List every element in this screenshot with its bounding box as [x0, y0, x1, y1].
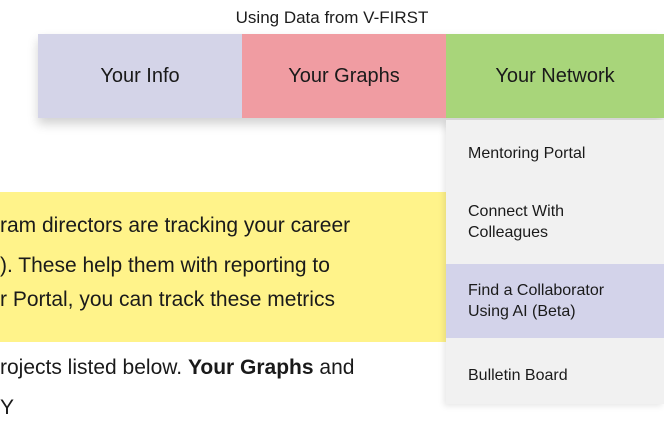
page-title: Using Data from V-FIRST: [235, 8, 429, 27]
body-text-line: ram directors are tracking your career: [0, 214, 351, 237]
menu-item-connect-with-colleagues[interactable]: Connect With Colleagues: [446, 184, 664, 260]
menu-item-label: Connect With Colleagues: [468, 203, 565, 241]
body-text-segment: rojects listed below.: [0, 356, 188, 379]
menu-item-label: Bulletin Board: [468, 366, 568, 384]
main-nav: Your Info Your Graphs Your Network: [38, 34, 664, 118]
your-graphs-emphasis: Your Graphs: [187, 356, 314, 379]
menu-item-mentoring-portal[interactable]: Mentoring Portal: [446, 126, 664, 180]
your-network-dropdown: Mentoring Portal Connect With Colleagues…: [446, 120, 664, 404]
tab-your-info[interactable]: Your Info: [38, 34, 242, 118]
tab-your-graphs[interactable]: Your Graphs: [242, 34, 446, 118]
menu-item-bulletin-board[interactable]: Bulletin Board: [446, 344, 664, 406]
body-text-line: Y: [0, 396, 15, 419]
menu-item-label: Find a Collaborator Using AI (Beta): [468, 282, 605, 320]
menu-item-find-collaborator-ai[interactable]: Find a Collaborator Using AI (Beta): [446, 264, 664, 338]
body-text-line: r Portal, you can track these metrics: [0, 288, 335, 311]
tab-your-network[interactable]: Your Network: [446, 34, 664, 118]
body-text-line: rojects listed below. Your Graphs and: [0, 355, 446, 381]
menu-item-label: Mentoring Portal: [468, 144, 586, 162]
body-text-segment: and: [313, 356, 355, 379]
body-text-line: ). These help them with reporting to: [0, 254, 330, 277]
